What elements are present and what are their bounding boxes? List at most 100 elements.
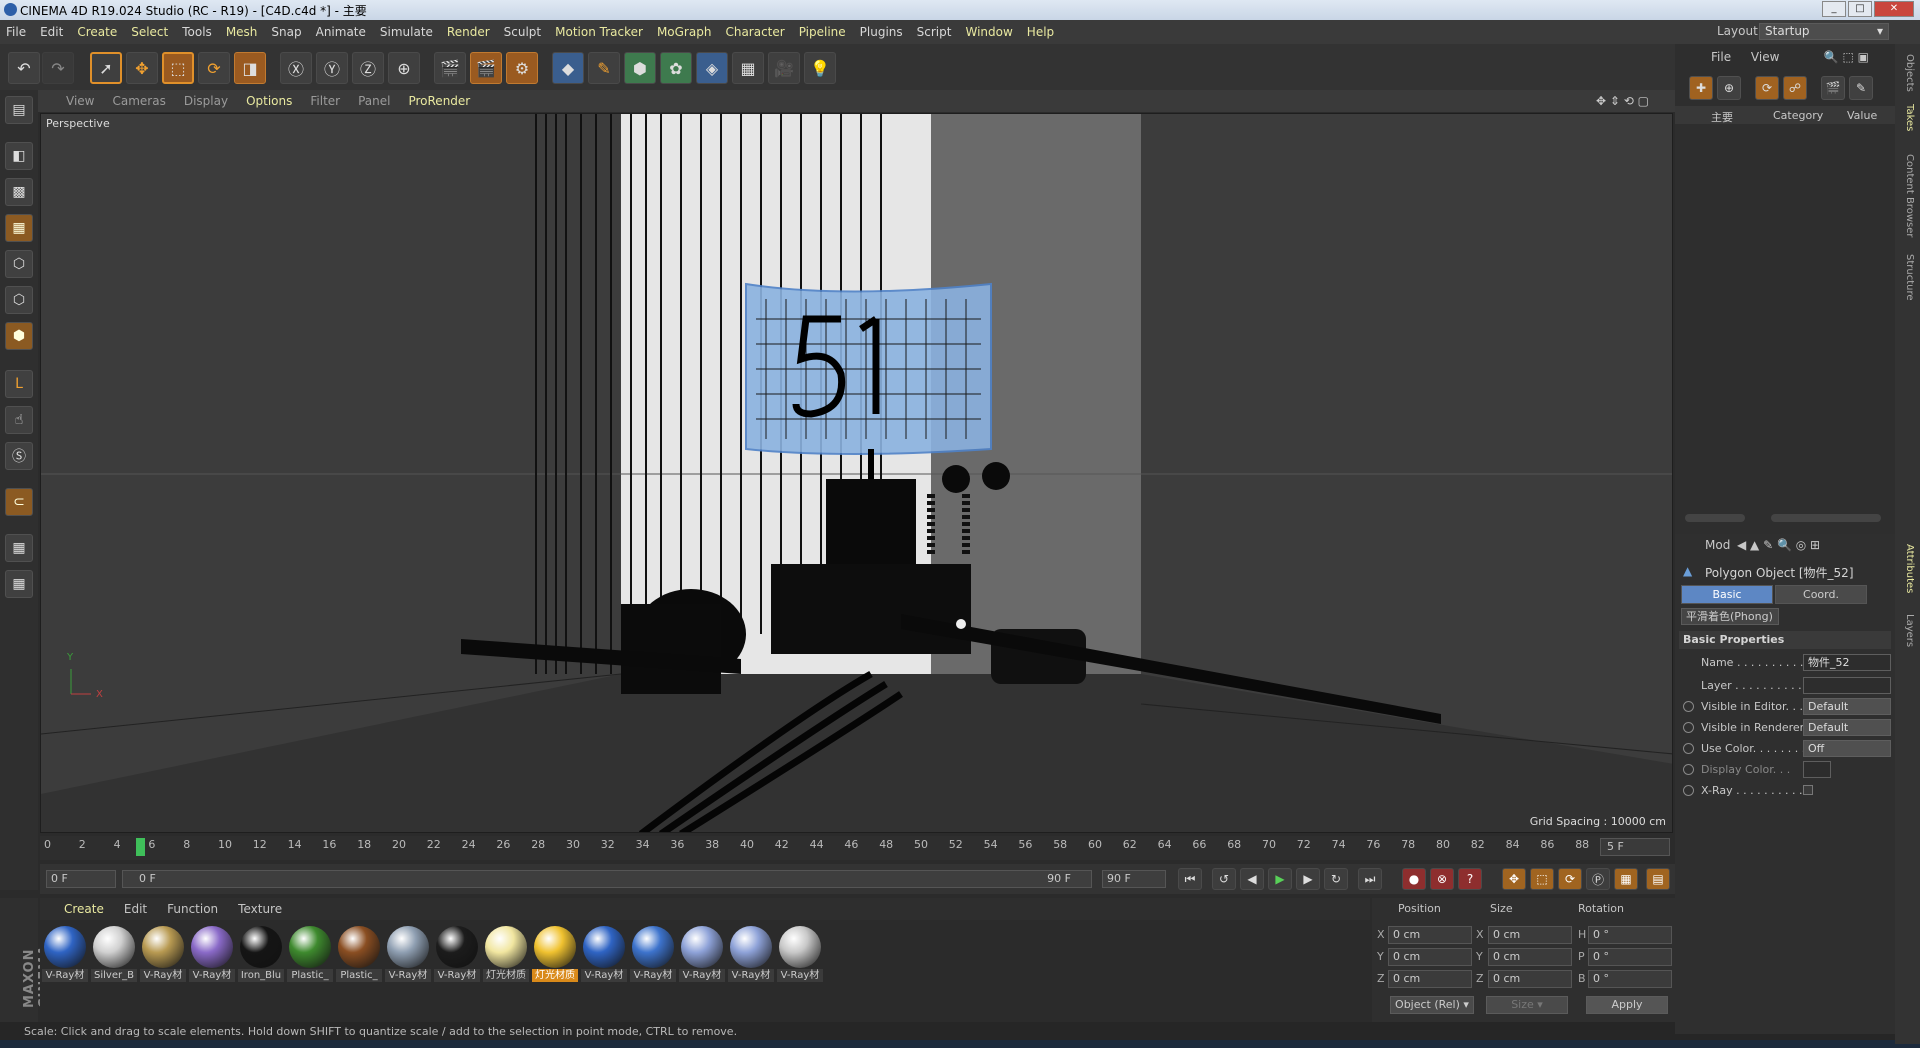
menu-character[interactable]: Character [725,25,784,39]
material-menu-create[interactable]: Create [64,902,104,916]
viewport-menu-view[interactable]: View [66,94,94,108]
record-scale-icon[interactable]: ⬚ [1530,868,1554,890]
size-field[interactable]: 0 cm [1488,926,1572,944]
timeline-window-icon[interactable]: ▤ [1646,868,1670,890]
next-frame-icon[interactable]: ▶ [1296,868,1320,890]
tab-layers[interactable]: Layers [1904,614,1915,647]
deformer-icon[interactable]: ◈ [696,52,728,84]
position-field[interactable]: 0 cm [1388,926,1472,944]
undo-icon[interactable]: ↶ [8,52,40,84]
material-slot[interactable]: V-Ray材 [777,925,823,987]
menu-script[interactable]: Script [917,25,952,39]
planar-workplane-icon[interactable]: ▦ [5,570,33,598]
z-axis-lock-icon[interactable]: Ⓩ [352,52,384,84]
current-frame-field[interactable]: 5 F [1600,838,1670,856]
rotation-field[interactable]: 0 ° [1588,948,1672,966]
tab-objects[interactable]: Objects [1904,54,1915,92]
render-view-icon[interactable]: 🎬 [434,52,466,84]
display-color-swatch[interactable] [1803,761,1831,778]
go-to-end-icon[interactable]: ⏭ [1358,868,1382,890]
take-render-icon[interactable]: 🎬 [1821,76,1845,100]
layout-dropdown[interactable]: Startup ▾ [1759,23,1889,40]
viewport-menu-prorender[interactable]: ProRender [408,94,470,108]
workplane-lock-icon[interactable]: ▦ [5,534,33,562]
coordinate-mode-dropdown[interactable]: Object (Rel) ▾ [1390,996,1474,1014]
viewport-menu-display[interactable]: Display [184,94,228,108]
menu-create[interactable]: Create [77,25,117,39]
tab-takes[interactable]: Takes [1904,104,1915,131]
object-panel-icons[interactable]: 🔍 ⬚ ▣ [1824,50,1869,64]
camera-icon[interactable]: 🎥 [768,52,800,84]
x-axis-lock-icon[interactable]: Ⓧ [280,52,312,84]
object-menu-view[interactable]: View [1751,50,1779,64]
menu-tools[interactable]: Tools [182,25,212,39]
keyframe-selection-icon[interactable]: ? [1458,868,1482,890]
menu-mograph[interactable]: MoGraph [657,25,712,39]
pen-spline-icon[interactable]: ✎ [588,52,620,84]
xray-checkbox[interactable] [1803,785,1813,795]
record-active-icon[interactable]: ● [1402,868,1426,890]
material-slot[interactable]: V-Ray材 [42,925,88,987]
edges-mode-icon[interactable]: ⬡ [5,286,33,314]
rotation-field[interactable]: 0 ° [1588,926,1672,944]
next-key-icon[interactable]: ↻ [1324,868,1348,890]
menu-pipeline[interactable]: Pipeline [799,25,846,39]
tab-content-browser[interactable]: Content Browser [1904,154,1915,237]
material-slot[interactable]: V-Ray材 [630,925,676,987]
horizontal-scrollbar-2[interactable] [1771,514,1881,522]
animate-radio-icon[interactable] [1683,722,1694,733]
tab-structure[interactable]: Structure [1904,254,1915,301]
go-to-start-icon[interactable]: ⏮ [1178,868,1202,890]
close-button[interactable]: ✕ [1874,1,1914,17]
scale-tool-icon[interactable]: ⬚ [162,52,194,84]
take-add-icon[interactable]: ✚ [1689,76,1713,100]
make-editable-icon[interactable]: ▤ [5,96,33,124]
size-field[interactable]: 0 cm [1488,948,1572,966]
material-slot[interactable]: Silver_B [91,925,137,987]
record-parameter-icon[interactable]: Ⓟ [1586,868,1610,890]
material-slot[interactable]: V-Ray材 [679,925,725,987]
attribute-value[interactable]: 物件_52 [1803,654,1891,671]
menu-window[interactable]: Window [965,25,1012,39]
animate-radio-icon[interactable] [1683,743,1694,754]
material-slot[interactable]: V-Ray材 [385,925,431,987]
attributes-mode-menu[interactable]: Mod [1705,538,1730,552]
position-field[interactable]: 0 cm [1388,948,1472,966]
attribute-value[interactable]: Default [1803,698,1891,715]
tab-phong[interactable]: 平滑着色(Phong) [1681,608,1779,625]
animate-radio-icon[interactable] [1683,701,1694,712]
record-position-icon[interactable]: ✥ [1502,868,1526,890]
workplane-mode-icon[interactable]: ▦ [5,214,33,242]
material-slot[interactable]: V-Ray材 [140,925,186,987]
viewport-menu-panel[interactable]: Panel [358,94,390,108]
viewport-menu-options[interactable]: Options [246,94,292,108]
record-rotation-icon[interactable]: ⟳ [1558,868,1582,890]
menu-edit[interactable]: Edit [40,25,63,39]
material-slot[interactable]: 灯光材质 [532,925,578,987]
material-slot[interactable]: 灯光材质 [483,925,529,987]
object-menu-file[interactable]: File [1711,50,1731,64]
take-override-icon[interactable]: ⟳ [1755,76,1779,100]
model-mode-icon[interactable]: ◧ [5,142,33,170]
attribute-value[interactable]: Off [1803,740,1891,757]
world-coordinates-icon[interactable]: ⊕ [388,52,420,84]
take-clone-icon[interactable]: ⊕ [1717,76,1741,100]
playhead[interactable] [136,838,145,856]
play-icon[interactable]: ▶ [1268,868,1292,890]
frame-range-slider[interactable]: 0 F 90 F [122,870,1092,888]
select-tool-icon[interactable]: ➚ [90,52,122,84]
previous-key-icon[interactable]: ↺ [1212,868,1236,890]
viewport-menu-cameras[interactable]: Cameras [112,94,165,108]
apply-button[interactable]: Apply [1586,996,1668,1014]
render-picture-viewer-icon[interactable]: 🎬 [470,52,502,84]
snapping-icon[interactable]: ⊂ [5,488,33,516]
menu-simulate[interactable]: Simulate [380,25,433,39]
move-tool-icon[interactable]: ✥ [126,52,158,84]
menu-render[interactable]: Render [447,25,490,39]
position-field[interactable]: 0 cm [1388,970,1472,988]
menu-file[interactable]: File [6,25,26,39]
take-group-icon[interactable]: ☍ [1783,76,1807,100]
size-field[interactable]: 0 cm [1488,970,1572,988]
horizontal-scrollbar[interactable] [1685,514,1745,522]
end-frame-field[interactable]: 90 F [1102,870,1166,888]
